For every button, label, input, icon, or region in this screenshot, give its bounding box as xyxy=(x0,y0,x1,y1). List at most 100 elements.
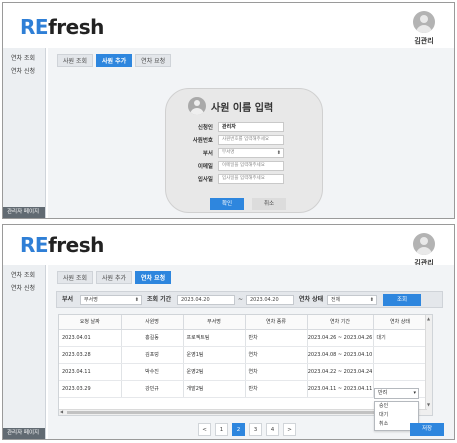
tab-employee-add[interactable]: 사원 추가 xyxy=(96,54,133,67)
column-header[interactable]: 요청 날짜 xyxy=(59,315,122,330)
employee-name-cell: 박수진 xyxy=(121,363,184,381)
date-range-separator: ~ xyxy=(238,296,244,303)
confirm-button[interactable]: 확인 xyxy=(210,198,244,210)
cancel-button[interactable]: 취소 xyxy=(252,198,286,210)
row-status-select[interactable]: 반려 ▾ xyxy=(374,388,419,399)
form-row-department: 부서 부서명 ⬍ xyxy=(176,148,284,158)
user-avatar-icon xyxy=(413,11,435,33)
scroll-up-icon[interactable]: ▲ xyxy=(427,316,430,321)
filter-bar: 부서 부서명 ⬍ 조회 기간 2023.04.20 ~ 2023.04.20 연차… xyxy=(56,291,443,308)
join-date-field[interactable]: 입사일을 입력해주세요 xyxy=(218,174,284,184)
leave-type-cell: 반차 xyxy=(245,380,308,398)
scroll-left-icon[interactable]: ◀ xyxy=(60,409,63,414)
user-profile[interactable]: 김관리 xyxy=(404,11,444,46)
user-profile[interactable]: 김관리 xyxy=(404,233,444,268)
employee-number-label: 사원번호 xyxy=(192,138,213,144)
chevron-updown-icon: ⬍ xyxy=(134,297,139,303)
employee-name-cell: 김포덩 xyxy=(121,346,184,364)
request-date-cell: 2023.04.11 xyxy=(59,363,122,381)
page-button[interactable]: 4 xyxy=(266,423,279,436)
chevron-down-icon: ▾ xyxy=(413,390,416,396)
column-header[interactable]: 연차 종류 xyxy=(245,315,308,330)
column-header[interactable]: 사원명 xyxy=(121,315,184,330)
chevron-updown-icon: ⬍ xyxy=(276,150,281,156)
table-row[interactable]: 2023.04.01 홍길동 프로젝트팀 반차 2023.04.26 ~ 202… xyxy=(59,329,428,347)
scrollbar-thumb[interactable] xyxy=(67,411,407,414)
prev-page-button[interactable]: < xyxy=(198,423,211,436)
email-label: 이메일 xyxy=(197,164,213,170)
department-select[interactable]: 부서명 ⬍ xyxy=(218,148,284,158)
vertical-scrollbar[interactable]: ▲ ▼ xyxy=(425,315,432,415)
period-label: 조회 기간 xyxy=(147,296,172,303)
applicant-field[interactable]: 관리자 xyxy=(218,122,284,132)
tab-employee-lookup[interactable]: 사원 조회 xyxy=(57,271,93,284)
employee-name-title[interactable]: 사원 이름 입력 xyxy=(211,99,273,114)
table-row[interactable]: 2023.03.28 김포덩 운영1팀 연차 2023.04.08 ~ 2023… xyxy=(59,346,428,364)
leave-period-cell: 2023.04.26 ~ 2023.04.26 xyxy=(307,329,374,347)
leave-type-cell: 반차 xyxy=(245,329,308,347)
leave-status-select[interactable]: 전체 ⬍ xyxy=(327,295,377,305)
leave-period-cell: 2023.04.08 ~ 2023.04.10 xyxy=(307,346,374,364)
leave-status-cell[interactable] xyxy=(373,346,428,364)
leave-type-cell: 연차 xyxy=(245,363,308,381)
table-row[interactable]: 2023.03.29 강민규 개발2팀 반차 2023.04.11 ~ 2023… xyxy=(59,380,428,398)
column-header[interactable]: 연차 상태 xyxy=(373,315,428,330)
department-cell: 프로젝트팀 xyxy=(183,329,246,347)
sidebar: 연차 조회 연차 신청 관리자 페이지 xyxy=(3,265,46,439)
horizontal-scrollbar[interactable]: ◀ xyxy=(59,409,427,415)
date-to-field[interactable]: 2023.04.20 xyxy=(246,295,294,305)
user-name: 김관리 xyxy=(414,37,434,45)
page-button[interactable]: 3 xyxy=(249,423,262,436)
sidebar-item-leave-apply[interactable]: 연차 신청 xyxy=(3,282,45,295)
form-row-join-date: 입사일 입사일을 입력해주세요 xyxy=(176,174,284,184)
leave-period-cell: 2023.04.11 ~ 2023.04.11 xyxy=(307,380,374,398)
request-date-cell: 2023.03.28 xyxy=(59,346,122,364)
leave-period-cell: 2023.04.22 ~ 2023.04.24 xyxy=(307,363,374,381)
table-row[interactable]: 2023.04.11 박수진 운영2팀 연차 2023.04.22 ~ 2023… xyxy=(59,363,428,381)
screen-add-employee: REfresh 김관리 연차 조회 연차 신청 관리자 페이지 사원 조회 사원… xyxy=(2,2,455,219)
main-content: 사원 조회 사원 추가 연차 요청 부서 부서명 ⬍ 조회 기간 2023.04.… xyxy=(48,265,454,439)
date-from-field[interactable]: 2023.04.20 xyxy=(177,295,235,305)
department-cell: 운영1팀 xyxy=(183,346,246,364)
sidebar-item-leave-lookup[interactable]: 연차 조회 xyxy=(3,52,45,65)
search-button[interactable]: 조회 xyxy=(383,294,421,306)
main-content: 사원 조회 사원 추가 연차 요청 사원 이름 입력 신청인 관리자 사원번호 … xyxy=(48,48,454,218)
admin-page-link[interactable]: 관리자 페이지 xyxy=(3,428,45,439)
status-option-approve[interactable]: 승인 xyxy=(375,402,418,411)
app-logo[interactable]: REfresh xyxy=(20,233,104,257)
department-cell: 운영2팀 xyxy=(183,363,246,381)
sidebar-item-leave-lookup[interactable]: 연차 조회 xyxy=(3,269,45,282)
leave-status-cell[interactable] xyxy=(373,363,428,381)
admin-page-link[interactable]: 관리자 페이지 xyxy=(3,207,45,218)
sidebar-item-leave-apply[interactable]: 연차 신청 xyxy=(3,65,45,78)
form-row-employee-number: 사원번호 사원번호를 입력해주세요 xyxy=(176,135,284,145)
request-date-cell: 2023.03.29 xyxy=(59,380,122,398)
form-row-email: 이메일 이메일을 입력해주세요 xyxy=(176,161,284,171)
department-label: 부서 xyxy=(202,151,213,157)
tab-leave-request[interactable]: 연차 요청 xyxy=(135,271,172,284)
leave-status-cell[interactable]: 대기 xyxy=(373,329,428,347)
scroll-down-icon[interactable]: ▼ xyxy=(427,402,430,407)
app-logo[interactable]: REfresh xyxy=(20,15,104,39)
leave-type-cell: 연차 xyxy=(245,346,308,364)
next-page-button[interactable]: > xyxy=(283,423,296,436)
department-filter-label: 부서 xyxy=(62,296,74,303)
department-filter-select[interactable]: 부서명 ⬍ xyxy=(80,295,142,305)
tab-employee-lookup[interactable]: 사원 조회 xyxy=(57,54,93,67)
save-button[interactable]: 저장 xyxy=(410,423,444,436)
column-header[interactable]: 부서명 xyxy=(183,315,246,330)
employee-number-field[interactable]: 사원번호를 입력해주세요 xyxy=(218,135,284,145)
page-button-active[interactable]: 2 xyxy=(232,423,245,436)
column-header[interactable]: 연차 기간 xyxy=(307,315,374,330)
employee-avatar-icon[interactable] xyxy=(188,97,206,115)
screen-leave-requests: REfresh 김관리 연차 조회 연차 신청 관리자 페이지 사원 조회 사원… xyxy=(2,224,455,440)
tab-leave-request[interactable]: 연차 요청 xyxy=(135,54,172,67)
request-date-cell: 2023.04.01 xyxy=(59,329,122,347)
tab-employee-add[interactable]: 사원 추가 xyxy=(96,271,132,284)
page-button[interactable]: 1 xyxy=(215,423,228,436)
leave-status-label: 연차 상태 xyxy=(299,296,324,303)
table-header-row: 요청 날짜 사원명 부서명 연차 종류 연차 기간 연차 상태 xyxy=(59,315,428,330)
status-option-pending[interactable]: 대기 xyxy=(375,411,418,420)
form-row-applicant: 신청인 관리자 xyxy=(176,122,284,132)
email-field[interactable]: 이메일을 입력해주세요 xyxy=(218,161,284,171)
